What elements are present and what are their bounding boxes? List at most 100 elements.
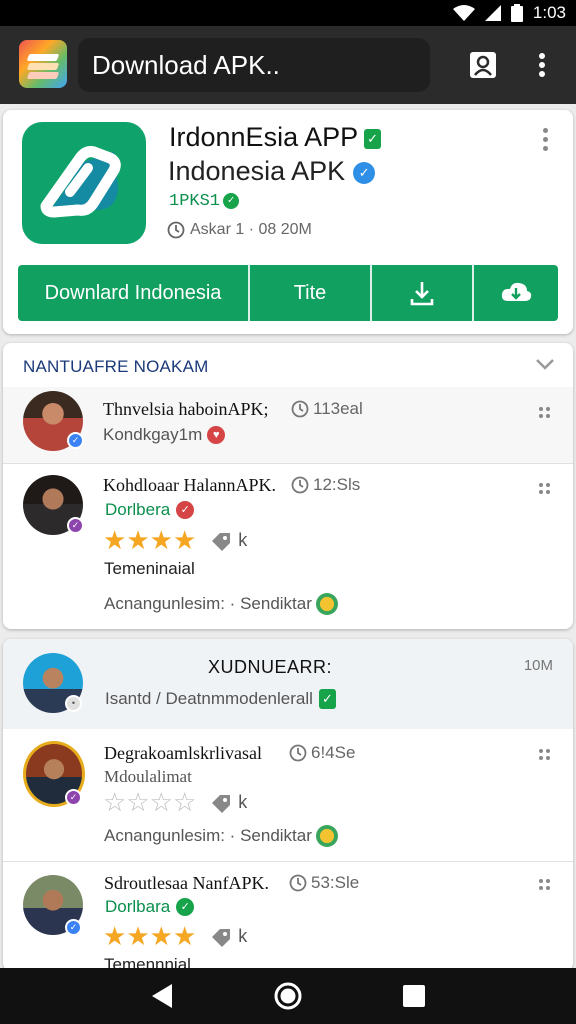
item-sub: Kondkgay1m ♥ (103, 425, 226, 445)
item-title: Thnvelsia haboinAPK; (103, 399, 269, 419)
star-icon: ★ (172, 525, 197, 555)
section-sub: Isantd / Deatnmmodenlerall ✓ (105, 689, 336, 709)
drag-handle-icon[interactable] (539, 879, 551, 891)
app-subtitle: Indonesia APK ✓ (168, 156, 376, 187)
app-title: IrdonnEsia APP ✓ (169, 122, 382, 153)
verified-badge-icon: ✓ (318, 689, 336, 709)
battery-icon (510, 4, 523, 22)
account-box-icon[interactable] (468, 50, 498, 80)
section-header: • XUDNUEARR: 10M Isantd / Deatnmmodenler… (3, 639, 573, 729)
item-sub: Mdoulalimat (104, 767, 192, 786)
star-icon: ★ (149, 525, 173, 555)
item-title: Sdroutlesaa NanfAPK. (104, 873, 269, 893)
trending-section: • XUDNUEARR: 10M Isantd / Deatnmmodenler… (3, 639, 573, 971)
back-icon[interactable] (150, 983, 174, 1009)
avatar-status-icon: ✓ (67, 517, 84, 534)
system-nav-bar (0, 968, 576, 1024)
download-button[interactable]: Downlard Indonesia (18, 265, 250, 321)
drag-handle-icon[interactable] (539, 749, 551, 761)
list-item[interactable]: ✓ Kohdloaar HalannAPK. 12:Sls Dorlbera ✓… (3, 465, 573, 625)
star-icon: ★ (126, 921, 150, 951)
avatar-status-icon: ✓ (67, 432, 84, 449)
section-heading: XUDNUEARR: (208, 657, 333, 677)
heart-badge-icon: ♥ (207, 426, 226, 444)
star-icon: ☆ (103, 787, 127, 817)
avatar-status-icon: ✓ (65, 789, 82, 806)
item-sub: Dorlbara ✓ (105, 897, 195, 917)
section-size: 10M (523, 657, 553, 674)
rating-tag: k (210, 792, 247, 813)
star-icon: ☆ (126, 787, 150, 817)
star-icon: ☆ (172, 787, 197, 817)
tag-icon (212, 532, 231, 551)
section-heading: NANTUAFRE NOAKAM (23, 357, 209, 376)
chevron-down-icon[interactable] (535, 357, 555, 371)
star-icon: ★ (149, 921, 173, 951)
heart-badge-icon: ✓ (176, 501, 195, 519)
star-icon: ★ (103, 921, 127, 951)
item-footer: Acnangunlesim: · Sendiktar (104, 593, 338, 615)
list-item[interactable]: ✓ Thnvelsia haboinAPK; 113eal Kondkgay1m… (3, 387, 573, 463)
emoji-icon (315, 593, 338, 615)
star-icon: ☆ (149, 787, 173, 817)
tag-icon (212, 794, 231, 813)
app-logo-icon[interactable] (19, 40, 67, 88)
drag-handle-icon[interactable] (539, 483, 551, 495)
star-icon: ★ (126, 525, 150, 555)
item-time: 53:Sle (289, 873, 359, 893)
list-item[interactable]: ✓ Sdroutlesaa NanfAPK. 53:Sle Dorlbara ✓… (3, 863, 573, 971)
app-icon[interactable] (22, 122, 146, 244)
install-icon (410, 282, 434, 306)
clock: 1:03 (532, 3, 566, 22)
app-meta: Askar 1 · 08 20M (167, 221, 312, 239)
rating-stars: ★ ★ ★ ★ k (103, 525, 247, 556)
action-bar: Downlard Indonesia Tite (18, 265, 558, 321)
check-badge-icon: ✓ (223, 192, 240, 209)
recents-icon[interactable] (402, 984, 426, 1008)
item-sub: Dorlbera ✓ (105, 500, 195, 520)
title-button[interactable]: Tite (250, 265, 372, 321)
title-text: Download APK.. (92, 49, 280, 80)
clock-icon (289, 874, 307, 892)
app-card-menu-icon[interactable] (541, 128, 549, 151)
check-badge-icon: ✓ (176, 898, 195, 916)
item-time: 6!4Se (289, 743, 355, 763)
tag-icon (212, 928, 231, 947)
item-title: Kohdloaar HalannAPK. (103, 475, 276, 495)
avatar-status-icon: • (65, 695, 82, 712)
star-icon: ★ (172, 921, 197, 951)
wifi-icon (452, 5, 475, 21)
clock-icon (291, 400, 309, 418)
app-bar: Download APK.. (0, 26, 576, 104)
home-icon[interactable] (273, 981, 303, 1011)
news-section: NANTUAFRE NOAKAM ✓ Thnvelsia haboinAPK; … (3, 343, 573, 629)
rating-tag: k (210, 530, 247, 551)
cloud-icon (501, 282, 532, 301)
install-button[interactable] (372, 265, 474, 321)
overflow-menu-icon[interactable] (527, 50, 557, 80)
app-card: IrdonnEsia APP ✓ Indonesia APK ✓ 1PKS1 ✓ As… (3, 110, 573, 334)
clock-icon (289, 744, 307, 762)
share-button[interactable] (474, 265, 558, 321)
twitter-badge-icon: ✓ (353, 161, 376, 184)
title-field[interactable]: Download APK.. (78, 38, 430, 92)
clock-icon (167, 221, 185, 239)
star-icon: ★ (103, 525, 127, 555)
verified-badge-icon: ✓ (364, 128, 382, 149)
item-note: Temeninaial (104, 559, 195, 578)
signal-icon (484, 5, 501, 21)
app-code: 1PKS1 ✓ (169, 192, 240, 211)
item-footer: Acnangunlesim: · Sendiktar (104, 825, 338, 847)
item-time: 12:Sls (291, 475, 360, 495)
status-bar: 1:03 (0, 0, 576, 26)
item-time: 113eal (291, 399, 363, 419)
rating-stars: ★ ★ ★ ★ k (103, 921, 247, 952)
emoji-icon (315, 825, 338, 847)
drag-handle-icon[interactable] (539, 407, 551, 419)
rating-stars: ☆ ☆ ☆ ☆ k (103, 787, 247, 818)
clock-icon (291, 476, 309, 494)
avatar-status-icon: ✓ (65, 919, 82, 936)
item-title: Degrakoamlskrlivasal (104, 743, 262, 763)
rating-tag: k (210, 926, 247, 947)
list-item[interactable]: ✓ Degrakoamlskrlivasal 6!4Se Mdoulalimat… (3, 731, 573, 861)
